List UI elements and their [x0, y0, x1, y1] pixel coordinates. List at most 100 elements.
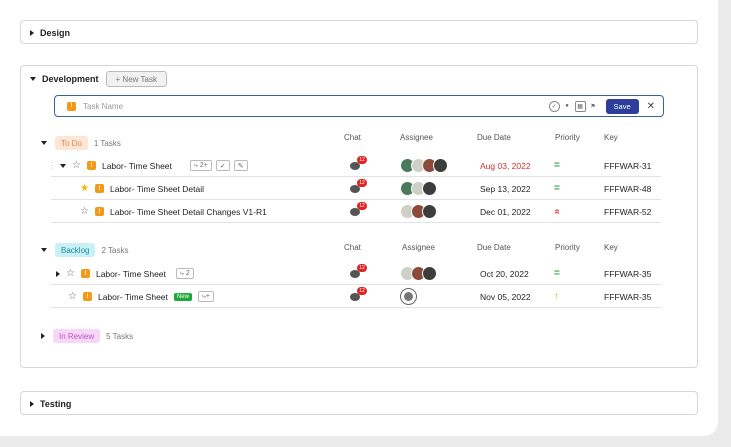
table-row[interactable]: ★ ! Labor- Time Sheet Detail 12 Sep 13, …	[51, 177, 661, 200]
backlog-group-header: Backlog 2 Tasks	[41, 243, 128, 257]
due-date-column-header: Due Date	[477, 133, 511, 142]
collapse-icon[interactable]	[41, 141, 47, 145]
add-subtask-button[interactable]: ⤷+	[197, 291, 214, 302]
task-name[interactable]: Labor- Time Sheet Detail Changes V1-R1	[110, 207, 267, 217]
star-icon[interactable]: ☆	[68, 291, 77, 302]
priority-normal-icon[interactable]: =	[554, 262, 560, 285]
testing-title: Testing	[40, 399, 72, 409]
priority-column-header: Priority	[555, 133, 580, 142]
backlog-task-count: 2 Tasks	[101, 245, 129, 255]
table-row[interactable]: ⋮ ☆ ! Labor- Time Sheet ⤷ 2 + ✓ ✎ 12 Aug…	[48, 154, 661, 177]
expand-subtasks-icon[interactable]	[56, 270, 60, 277]
collapse-icon[interactable]	[41, 248, 47, 252]
avatar[interactable]	[422, 181, 437, 196]
chat-cell[interactable]: 12	[350, 285, 367, 308]
chat-cell[interactable]: 12	[350, 262, 367, 285]
priority-normal-icon[interactable]: =	[554, 154, 560, 177]
chat-icon[interactable]: 12	[350, 155, 367, 170]
chat-column-header: Chat	[344, 133, 361, 142]
chat-cell[interactable]: 12	[350, 177, 367, 200]
chat-icon[interactable]: 12	[350, 178, 367, 193]
development-section: Development + New Task ! Task Name ✓ ● ▦…	[20, 65, 698, 368]
task-name[interactable]: Labor- Time Sheet	[102, 161, 172, 171]
priority-urgent-icon[interactable]: «	[545, 209, 568, 215]
star-filled-icon[interactable]: ★	[80, 183, 89, 194]
close-icon[interactable]: ✕	[647, 101, 655, 112]
subtask-button[interactable]: ⤷ 2 +	[189, 160, 212, 171]
due-date-cell[interactable]: Sep 13, 2022	[480, 177, 531, 200]
chat-icon[interactable]: 12	[350, 286, 367, 301]
assignee-cell[interactable]	[400, 177, 437, 200]
new-task-button[interactable]: + New Task	[105, 71, 167, 87]
task-name-input[interactable]: ! Task Name ✓ ● ▦ ⚑ Save ✕	[54, 95, 664, 117]
chat-cell[interactable]: 12	[350, 200, 367, 223]
avatar[interactable]	[422, 204, 437, 219]
avatar-group[interactable]	[400, 181, 437, 196]
assign-user-icon[interactable]: ●	[562, 101, 573, 112]
expand-icon[interactable]	[41, 333, 45, 339]
chat-icon[interactable]: 12	[350, 263, 367, 278]
assignee-column-header: Assignee	[400, 133, 433, 142]
avatar[interactable]	[433, 158, 448, 173]
key-cell: FFFWAR-35	[604, 268, 652, 279]
chat-icon[interactable]: 12	[350, 201, 367, 216]
save-button[interactable]: Save	[605, 98, 639, 114]
key-cell: FFFWAR-52	[604, 206, 652, 217]
assignee-cell[interactable]	[400, 154, 448, 177]
chat-count-badge: 12	[357, 178, 367, 187]
task-name-placeholder[interactable]: Task Name	[83, 102, 549, 111]
calendar-icon[interactable]: ▦	[574, 100, 586, 112]
subtask-count: 2	[199, 162, 204, 169]
assignee-cell[interactable]	[400, 262, 437, 285]
avatar[interactable]	[422, 266, 437, 281]
collapse-icon[interactable]	[30, 77, 36, 81]
row-title-cell: ☆ ! Labor- Time Sheet Detail Changes V1-…	[80, 200, 267, 223]
review-status-pill[interactable]: In Review	[53, 329, 101, 343]
table-row[interactable]: ☆ ! Labor- Time Sheet Detail Changes V1-…	[51, 200, 661, 223]
avatar-group[interactable]	[400, 266, 437, 281]
task-type-icon[interactable]: !	[67, 101, 76, 111]
assignee-cell[interactable]	[400, 285, 417, 308]
due-date-cell[interactable]: Aug 03, 2022	[480, 154, 531, 177]
chat-cell[interactable]: 12	[350, 154, 367, 177]
due-date-cell[interactable]: Oct 20, 2022	[480, 262, 529, 285]
due-date-cell[interactable]: Dec 01, 2022	[480, 200, 531, 223]
task-name[interactable]: Labor- Time Sheet	[96, 269, 166, 279]
testing-section-header[interactable]: Testing	[30, 399, 71, 409]
task-name[interactable]: Labor- Time Sheet	[98, 292, 168, 302]
star-icon[interactable]: ☆	[80, 206, 89, 217]
key-column-header: Key	[604, 133, 618, 142]
edit-icon[interactable]: ✎	[233, 160, 248, 171]
table-row[interactable]: ☆ ! Labor- Time Sheet ⤷ 2 12 Oct 20, 202…	[51, 262, 661, 285]
due-date-column-header: Due Date	[477, 243, 511, 252]
development-section-header: Development + New Task	[30, 71, 167, 87]
due-date-cell[interactable]: Nov 05, 2022	[480, 285, 531, 308]
expand-subtasks-icon[interactable]	[60, 163, 66, 168]
task-name[interactable]: Labor- Time Sheet Detail	[110, 184, 204, 194]
chat-count-badge: 12	[357, 286, 367, 295]
star-icon[interactable]: ☆	[66, 268, 75, 279]
avatar-group[interactable]	[400, 204, 437, 219]
row-title-cell: ⋮ ☆ ! Labor- Time Sheet ⤷ 2 + ✓ ✎	[48, 154, 248, 177]
todo-group-header: To Do 1 Tasks	[41, 136, 121, 150]
avatar-group[interactable]	[400, 158, 448, 173]
subtask-button[interactable]: ⤷ 2	[175, 268, 194, 279]
add-assignee-icon[interactable]	[400, 288, 417, 305]
drag-handle-icon[interactable]: ⋮	[48, 161, 56, 170]
assignee-cell[interactable]	[400, 200, 437, 223]
status-check-icon[interactable]: ✓	[215, 160, 230, 171]
priority-normal-icon[interactable]: =	[554, 177, 560, 200]
chat-count-badge: 12	[357, 263, 367, 272]
flag-icon[interactable]: ⚑	[588, 101, 599, 112]
todo-status-pill[interactable]: To Do	[55, 136, 88, 150]
row-title-cell: ☆ ! Labor- Time Sheet ⤷ 2	[56, 262, 194, 285]
star-icon[interactable]: ☆	[72, 160, 81, 171]
backlog-status-pill[interactable]: Backlog	[55, 243, 96, 257]
chat-count-badge: 12	[357, 155, 367, 164]
review-task-count: 5 Tasks	[106, 331, 134, 341]
key-column-header: Key	[604, 243, 618, 252]
priority-high-icon[interactable]: ↑	[554, 285, 559, 308]
table-row[interactable]: ☆ ! Labor- Time Sheet New ⤷+ 12 Nov 05, …	[51, 285, 661, 308]
status-check-icon[interactable]: ✓	[548, 100, 560, 112]
design-section-header[interactable]: Design	[30, 28, 70, 38]
